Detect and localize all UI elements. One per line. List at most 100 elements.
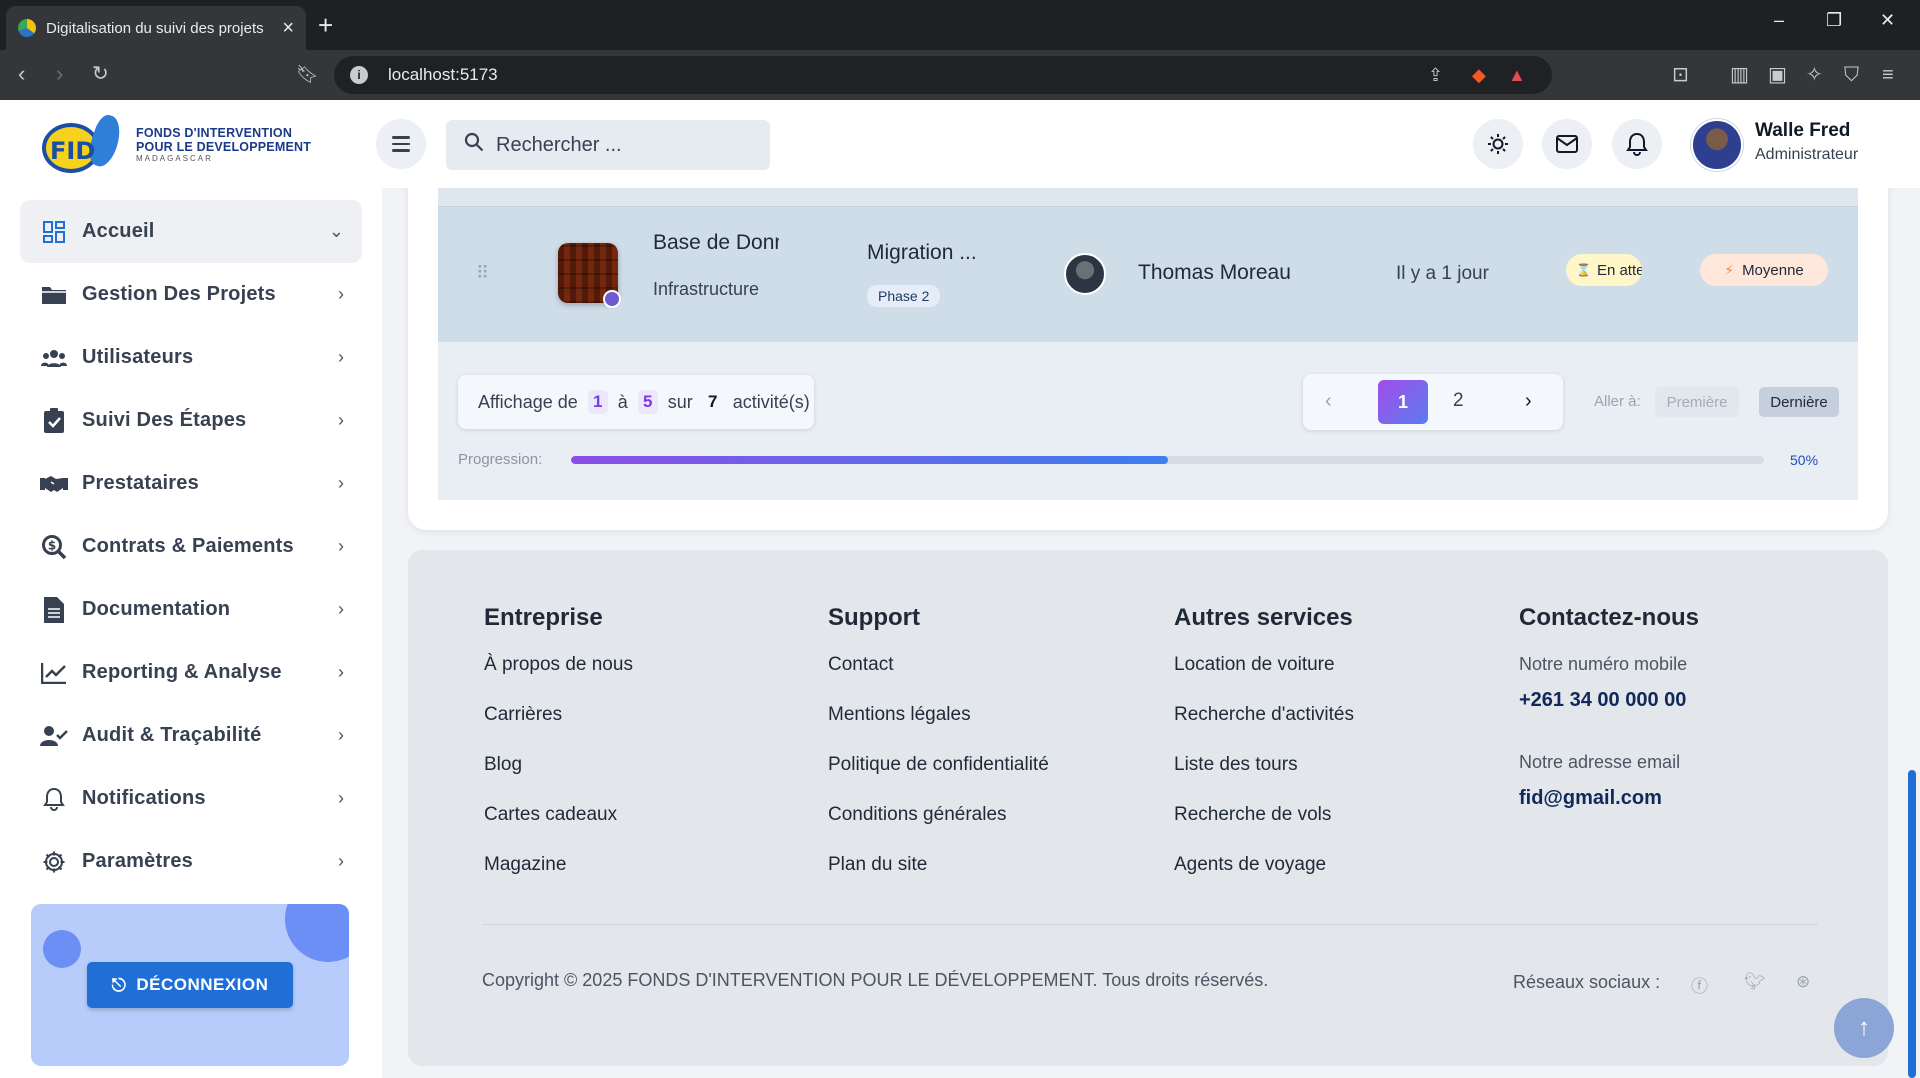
bell-icon [1626, 132, 1648, 156]
footer-link[interactable]: Conditions générales [828, 804, 1049, 854]
twitter-icon[interactable]: 🐦︎ [1744, 972, 1766, 992]
avatar[interactable] [1691, 119, 1743, 171]
footer-link[interactable]: Magazine [484, 854, 633, 904]
browser-toolbar: ‹ › ↻ 🔖︎ i localhost:5173 ⇪ ◆ ▲ ⊡ ▥ ▣ ✧ … [0, 50, 1920, 100]
sidebar-item-projets[interactable]: Gestion Des Projets › [20, 263, 362, 326]
email-address[interactable]: fid@gmail.com [1519, 787, 1699, 810]
facebook-icon[interactable]: ⓕ [1691, 972, 1708, 997]
site-info-icon[interactable]: i [350, 66, 368, 84]
table-row[interactable]: ⠿ Base de Données Infrastructure Migrati… [438, 206, 1858, 342]
sidebar-item-label: Accueil [82, 220, 155, 242]
scroll-to-top-button[interactable]: ↑ [1834, 998, 1894, 1058]
user-role: Administrateur [1755, 146, 1859, 163]
forward-icon[interactable]: › [56, 62, 63, 86]
sidebar-item-accueil[interactable]: Accueil ⌄ [20, 200, 362, 263]
email-label: Notre adresse email [1519, 752, 1681, 772]
summary-to: 5 [637, 390, 658, 414]
minimize-icon[interactable]: – [1774, 10, 1784, 31]
svg-text:$: $ [48, 538, 56, 552]
brave-shield-icon[interactable]: ◆ [1472, 65, 1486, 86]
clipboard-check-icon [40, 407, 68, 435]
summary-prefix: Affichage de [478, 391, 578, 412]
leo-ai-icon[interactable]: ✧ [1806, 64, 1823, 86]
brave-rewards-icon[interactable]: ▲ [1508, 65, 1526, 86]
folder-icon [40, 281, 68, 309]
search-icon [464, 132, 484, 158]
search-dollar-icon: $ [40, 533, 68, 561]
footer-link[interactable]: Blog [484, 754, 633, 804]
footer-link[interactable]: Politique de confidentialité [828, 754, 1049, 804]
footer-link[interactable]: Carrières [484, 704, 633, 754]
footer-heading: Contactez-nous [1519, 604, 1699, 631]
footer-link[interactable]: Liste des tours [1174, 754, 1354, 804]
footer-link[interactable]: Location de voiture [1174, 654, 1354, 704]
brand-logo[interactable]: FID FONDS D'INTERVENTION POUR LE DEVELOP… [40, 112, 320, 176]
sidebar-item-etapes[interactable]: Suivi Des Étapes › [20, 389, 362, 452]
next-page-icon[interactable]: › [1525, 390, 1532, 413]
status-label: En attente [1596, 261, 1642, 279]
page-1-button[interactable]: 1 [1378, 380, 1428, 424]
sidebar-item-label: Contrats & Paiements [82, 535, 294, 557]
footer-link[interactable]: Recherche de vols [1174, 804, 1354, 854]
footer-link[interactable]: Mentions légales [828, 704, 1049, 754]
footer-link[interactable]: Plan du site [828, 854, 1049, 904]
share-icon[interactable]: ⇪ [1428, 65, 1443, 86]
phone-number[interactable]: +261 34 00 000 00 [1519, 689, 1699, 712]
vpn-icon[interactable]: ⛉ [1844, 64, 1859, 86]
status-badge: ⌛ En attente [1566, 254, 1642, 286]
sidebar-item-prestataires[interactable]: Prestataires › [20, 452, 362, 515]
new-tab-icon[interactable]: + [318, 10, 333, 40]
footer-heading: Autres services [1174, 604, 1353, 631]
reader-mode-icon[interactable]: ⊡ [1672, 64, 1689, 86]
footer-link[interactable]: Agents de voyage [1174, 854, 1354, 904]
close-tab-icon[interactable]: × [282, 18, 294, 38]
page-2-button[interactable]: 2 [1453, 390, 1464, 412]
sidebar-item-notifications[interactable]: Notifications › [20, 767, 362, 830]
dribbble-icon[interactable]: ⊛ [1796, 972, 1810, 992]
messages-button[interactable] [1542, 119, 1592, 169]
wallet-icon[interactable]: ▣ [1768, 64, 1787, 86]
reload-icon[interactable]: ↻ [92, 62, 109, 86]
last-page-button[interactable]: Dernière [1759, 387, 1839, 417]
footer-link[interactable]: Cartes cadeaux [484, 804, 633, 854]
footer-link[interactable]: Contact [828, 654, 1049, 704]
chevron-right-icon: › [338, 599, 344, 619]
activity-time: Il y a 1 jour [1396, 263, 1489, 284]
project-name: Migration ... [867, 241, 977, 264]
notifications-button[interactable] [1612, 119, 1662, 169]
sidebar-item-audit[interactable]: Audit & Traçabilité › [20, 704, 362, 767]
footer-link[interactable]: Recherche d'activités [1174, 704, 1354, 754]
sidebar-item-documentation[interactable]: Documentation › [20, 578, 362, 641]
menu-toggle-button[interactable] [376, 119, 426, 169]
search-input[interactable] [496, 133, 736, 157]
restore-icon[interactable]: ❐ [1826, 10, 1842, 31]
theme-toggle-button[interactable] [1473, 119, 1523, 169]
activity-category: Infrastructure [653, 279, 760, 299]
previous-page-icon[interactable]: ‹ [1325, 390, 1332, 413]
logout-button[interactable]: ⎋ DÉCONNEXION [87, 962, 293, 1008]
mail-icon [1556, 135, 1578, 153]
sidebar-item-contrats[interactable]: $ Contrats & Paiements › [20, 515, 362, 578]
chevron-right-icon: › [338, 851, 344, 871]
footer: Entreprise À propos de nous Carrières Bl… [408, 550, 1888, 1066]
responsible-avatar [1064, 253, 1106, 295]
footer-heading: Entreprise [484, 604, 603, 631]
address-bar[interactable]: i localhost:5173 ⇪ ◆ ▲ [334, 56, 1552, 94]
sidebar-item-utilisateurs[interactable]: Utilisateurs › [20, 326, 362, 389]
browser-menu-icon[interactable]: ≡ [1882, 64, 1894, 86]
sidebar-toggle-icon[interactable]: ▥ [1730, 64, 1749, 86]
bookmark-icon[interactable]: 🔖︎ [296, 62, 319, 86]
first-page-button[interactable]: Première [1655, 387, 1739, 417]
close-window-icon[interactable]: ✕ [1880, 10, 1895, 31]
users-icon [40, 344, 68, 372]
sidebar-item-parametres[interactable]: Paramètres › [20, 830, 362, 893]
footer-link[interactable]: À propos de nous [484, 654, 633, 704]
back-icon[interactable]: ‹ [18, 62, 25, 86]
scrollbar-thumb[interactable] [1908, 770, 1916, 1078]
browser-tab[interactable]: Digitalisation du suivi des projets × [6, 6, 306, 50]
chart-line-icon [40, 659, 68, 687]
progress-label: Progression: [458, 451, 543, 468]
sidebar-item-reporting[interactable]: Reporting & Analyse › [20, 641, 362, 704]
drag-handle-icon[interactable]: ⠿ [476, 263, 489, 284]
sidebar-item-label: Reporting & Analyse [82, 661, 282, 683]
